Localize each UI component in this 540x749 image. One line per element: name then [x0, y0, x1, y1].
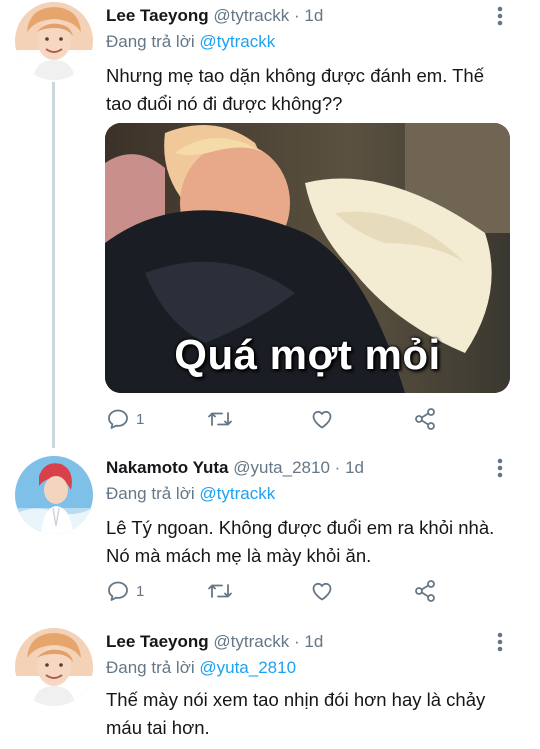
replying-to-label: Đang trả lời	[106, 32, 195, 51]
retweet-button[interactable]	[206, 576, 240, 606]
tweet-text-line: Thế mày nói xem tao nhịn đói hơn hay là …	[106, 689, 486, 710]
tweet-3[interactable]: Lee Taeyong @tytrackk · 1d Đang trả lời …	[0, 626, 540, 749]
replying-to: Đang trả lời @yuta_2810	[106, 656, 296, 680]
reply-icon	[106, 579, 130, 603]
reply-count: 1	[136, 582, 145, 600]
avatar[interactable]	[15, 2, 93, 80]
tweet-header: Lee Taeyong @tytrackk · 1d	[106, 630, 323, 654]
like-button[interactable]	[310, 576, 340, 606]
tweet-text-line: máu tai hơn.	[106, 717, 210, 738]
share-button[interactable]	[412, 404, 438, 434]
replying-to: Đang trả lời @tytrackk	[106, 482, 275, 506]
share-icon	[412, 578, 438, 604]
reply-button[interactable]: 1	[106, 404, 144, 434]
share-button[interactable]	[412, 576, 438, 606]
user-handle[interactable]: @yuta_2810	[233, 458, 330, 477]
tweet-2[interactable]: Nakamoto Yuta @yuta_2810 · 1d Đang trả l…	[0, 452, 540, 624]
heart-icon	[310, 579, 334, 603]
tweet-text: Nhưng mẹ tao dặn không được đánh em. Thế…	[106, 62, 526, 118]
display-name[interactable]: Nakamoto Yuta	[106, 458, 229, 477]
tweet-header: Lee Taeyong @tytrackk · 1d	[106, 4, 323, 28]
avatar[interactable]	[15, 628, 93, 706]
tweet-header: Nakamoto Yuta @yuta_2810 · 1d	[106, 456, 364, 480]
tweet-text-line: Nó mà mách mẹ là mày khỏi ăn.	[106, 545, 372, 566]
reply-count: 1	[136, 410, 145, 428]
reply-button[interactable]: 1	[106, 576, 144, 606]
more-options-icon[interactable]	[488, 4, 512, 28]
tweet-media-image[interactable]: Quá mợt mỏi	[105, 123, 510, 393]
user-handle[interactable]: @tytrackk	[213, 632, 289, 651]
retweet-icon	[206, 579, 234, 603]
tweet-text-line: Lê Tý ngoan. Không được đuổi em ra khỏi …	[106, 517, 495, 538]
separator-dot: ·	[293, 6, 300, 25]
tweet-actions: 1	[106, 576, 446, 606]
timestamp[interactable]: 1d	[304, 632, 323, 651]
separator-dot: ·	[334, 458, 341, 477]
tweet-1[interactable]: Lee Taeyong @tytrackk · 1d Đang trả lời …	[0, 0, 540, 448]
replying-to-label: Đang trả lời	[106, 658, 195, 677]
reply-icon	[106, 407, 130, 431]
timestamp[interactable]: 1d	[345, 458, 364, 477]
separator-dot: ·	[293, 632, 300, 651]
retweet-icon	[206, 407, 234, 431]
tweet-text-line: Nhưng mẹ tao dặn không được đánh em. Thế	[106, 65, 485, 86]
media-caption: Quá mợt mỏi	[174, 331, 441, 378]
tweet-text-line: tao đuổi nó đi được không??	[106, 93, 343, 114]
more-options-icon[interactable]	[488, 456, 512, 480]
tweet-actions: 1	[106, 404, 446, 434]
tweet-text: Thế mày nói xem tao nhịn đói hơn hay là …	[106, 686, 526, 742]
tweet-text: Lê Tý ngoan. Không được đuổi em ra khỏi …	[106, 514, 526, 570]
replying-to-mention[interactable]: @tytrackk	[199, 484, 275, 503]
display-name[interactable]: Lee Taeyong	[106, 6, 209, 25]
more-options-icon[interactable]	[488, 630, 512, 654]
like-button[interactable]	[310, 404, 340, 434]
avatar[interactable]	[15, 456, 93, 534]
replying-to-label: Đang trả lời	[106, 484, 195, 503]
heart-icon	[310, 407, 334, 431]
replying-to-mention[interactable]: @tytrackk	[199, 32, 275, 51]
user-handle[interactable]: @tytrackk	[213, 6, 289, 25]
share-icon	[412, 406, 438, 432]
display-name[interactable]: Lee Taeyong	[106, 632, 209, 651]
replying-to-mention[interactable]: @yuta_2810	[199, 658, 296, 677]
replying-to: Đang trả lời @tytrackk	[106, 30, 275, 54]
retweet-button[interactable]	[206, 404, 240, 434]
timestamp[interactable]: 1d	[304, 6, 323, 25]
